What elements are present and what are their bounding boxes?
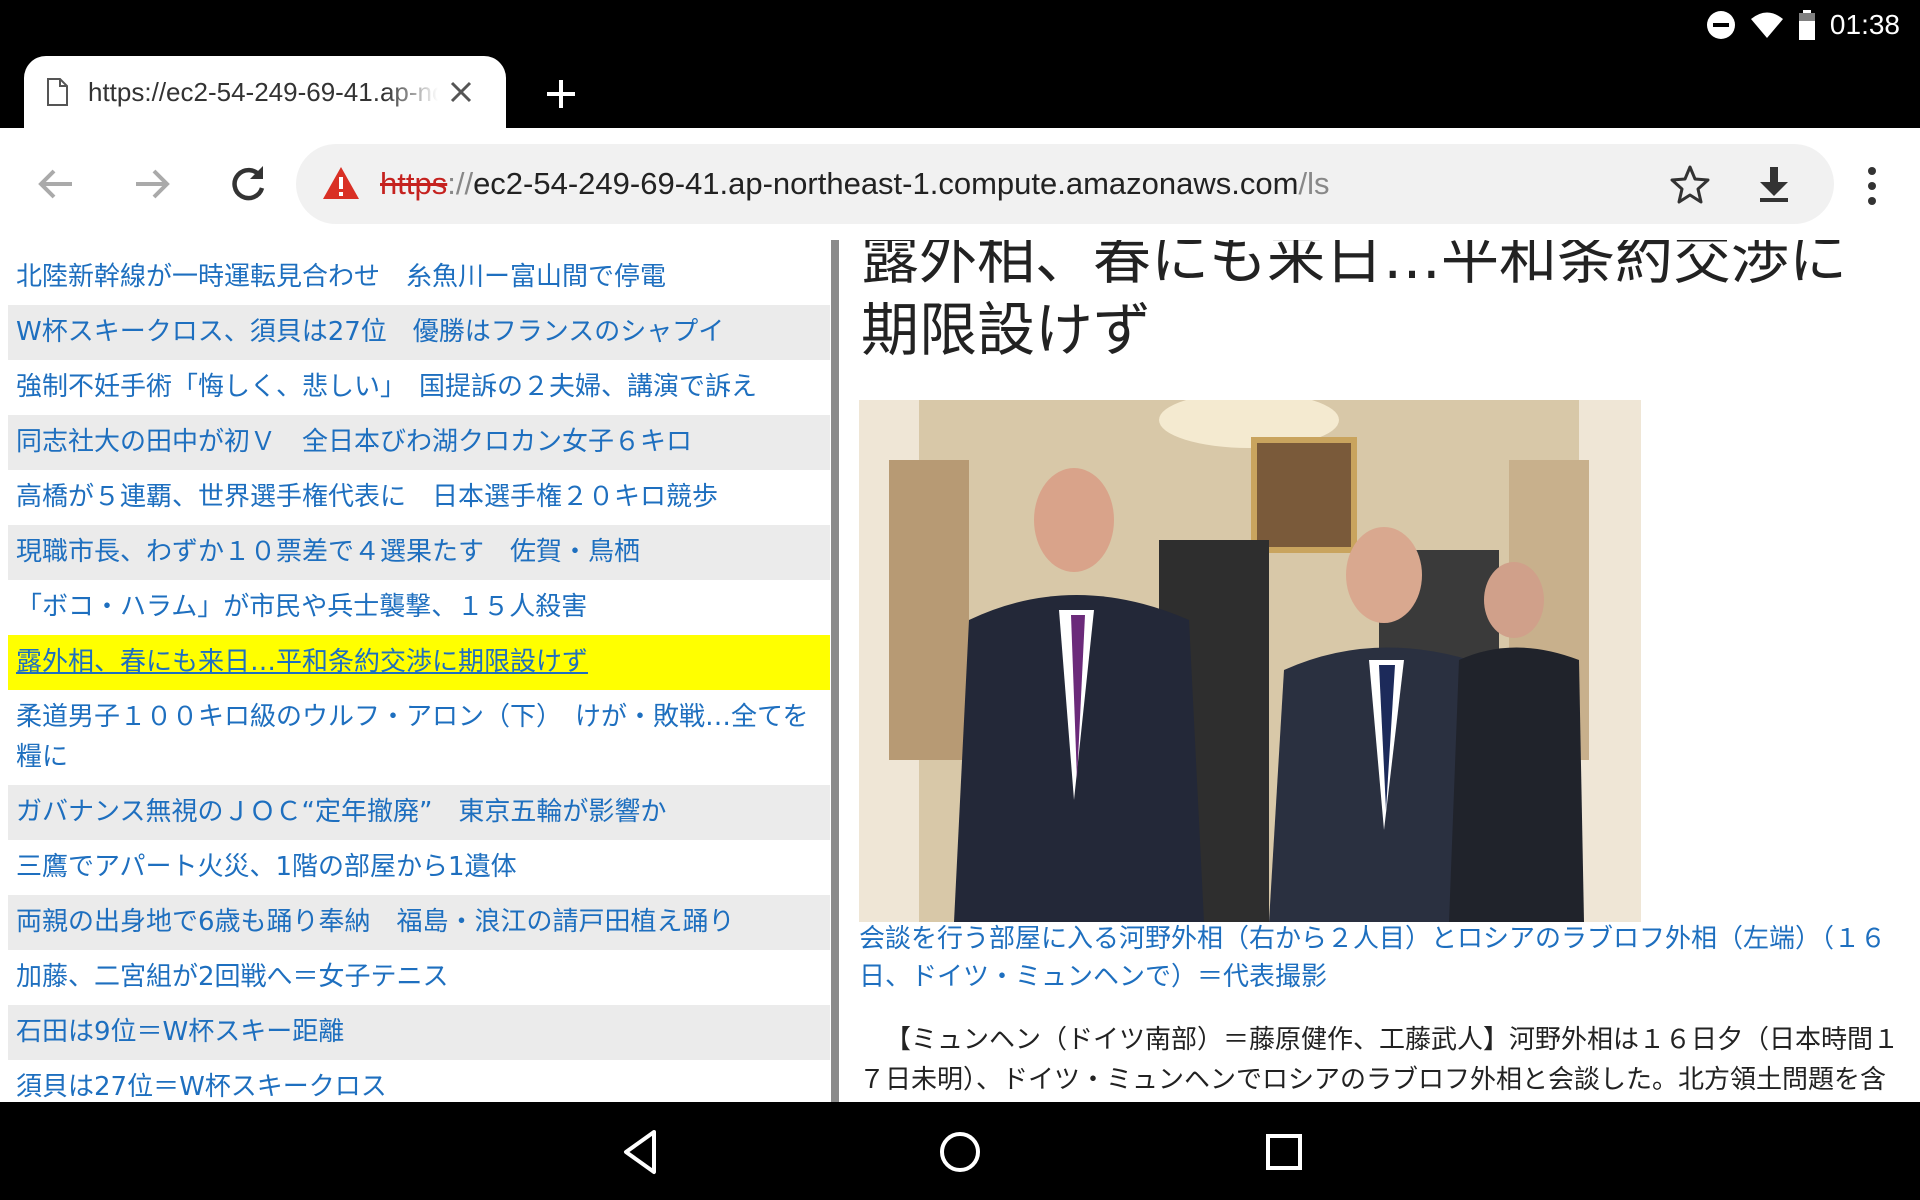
back-triangle-icon[interactable] (614, 1124, 670, 1180)
article-headline: 露外相、春にも来日…平和条約交渉に期限設けず (861, 240, 1848, 364)
article-photo (859, 400, 1641, 922)
url-path: /ls (1298, 166, 1330, 201)
news-list: 北陸新幹線が一時運転見合わせ 糸魚川ー富山間で停電 W杯スキークロス、須貝は27… (8, 250, 830, 1102)
bookmark-star-icon[interactable] (1670, 164, 1710, 204)
system-navigation-bar (0, 1102, 1920, 1200)
url-host: ec2-54-249-69-41.ap-northeast-1.compute.… (473, 166, 1299, 201)
wifi-icon (1750, 12, 1783, 38)
status-bar: 01:38 (0, 0, 1920, 50)
browser-tab[interactable]: https://ec2-54-249-69-41.ap-northeast-1.… (24, 56, 506, 128)
overflow-menu-icon[interactable] (1856, 162, 1888, 210)
status-time: 01:38 (1829, 9, 1900, 40)
news-item[interactable]: 「ボコ・ハラム」が市民や兵士襲撃、１５人殺害 (8, 580, 830, 635)
news-item[interactable]: 北陸新幹線が一時運転見合わせ 糸魚川ー富山間で停電 (8, 250, 830, 305)
news-item[interactable]: 加藤、二宮組が2回戦へ＝女子テニス (8, 950, 830, 1005)
document-icon (47, 78, 68, 106)
reload-icon[interactable] (224, 160, 272, 208)
home-circle-icon[interactable] (932, 1124, 988, 1180)
news-item[interactable]: 両親の出身地で6歳も踊り奉納 福島・浪江の請戸田植え踊り (8, 895, 830, 950)
news-item[interactable]: 三鷹でアパート火災、1階の部屋から1遺体 (8, 840, 830, 895)
article-body: 【ミュンヘン（ドイツ南部）＝藤原健作、工藤武人】河野外相は１６日夕（日本時間１７… (859, 1025, 1900, 1095)
recents-square-icon[interactable] (1256, 1124, 1312, 1180)
address-bar[interactable]: https://ec2-54-249-69-41.ap-northeast-1.… (296, 144, 1834, 224)
warning-icon[interactable] (322, 166, 360, 200)
back-arrow-icon[interactable] (32, 160, 80, 208)
download-icon[interactable] (1754, 164, 1794, 204)
news-item[interactable]: 柔道男子１００キロ級のウルフ・アロン（下） けが・敗戦…全てを糧に (8, 690, 830, 785)
news-item-selected[interactable]: 露外相、春にも来日…平和条約交渉に期限設けず (8, 635, 830, 690)
news-list-pane: 北陸新幹線が一時運転見合わせ 糸魚川ー富山間で停電 W杯スキークロス、須貝は27… (0, 240, 831, 1102)
new-tab-icon[interactable] (541, 74, 581, 114)
news-item[interactable]: 高橋が５連覇、世界選手権代表に 日本選手権２０キロ競歩 (8, 470, 830, 525)
page-content: 北陸新幹線が一時運転見合わせ 糸魚川ー富山間で停電 W杯スキークロス、須貝は27… (0, 240, 1920, 1102)
news-item[interactable]: ガバナンス無視のＪＯＣ“定年撤廃” 東京五輪が影響か (8, 785, 830, 840)
news-item[interactable]: 須貝は27位＝W杯スキークロス (8, 1060, 830, 1102)
tab-title: https://ec2-54-249-69-41.ap-northeast-1.… (88, 76, 438, 107)
news-item[interactable]: 現職市長、わずか１０票差で４選果たす 佐賀・鳥栖 (8, 525, 830, 580)
url-text[interactable]: https://ec2-54-249-69-41.ap-northeast-1.… (380, 164, 1329, 204)
do-not-disturb-icon (1706, 11, 1735, 39)
battery-icon (1798, 10, 1815, 40)
close-tab-icon[interactable] (448, 79, 474, 105)
news-item[interactable]: W杯スキークロス、須貝は27位 優勝はフランスのシャプイ (8, 305, 830, 360)
url-scheme: https (380, 166, 448, 201)
browser-toolbar: https://ec2-54-249-69-41.ap-northeast-1.… (0, 128, 1920, 240)
url-separator: :// (447, 166, 474, 201)
news-item[interactable]: 同志社大の田中が初Ｖ 全日本びわ湖クロカン女子６キロ (8, 415, 830, 470)
photo-caption: 会談を行う部屋に入る河野外相（右から２人目）とロシアのラブロフ外相（左端）（１６… (859, 924, 1887, 992)
tab-strip: https://ec2-54-249-69-41.ap-northeast-1.… (0, 50, 1920, 128)
status-icons: 01:38 (1706, 6, 1900, 44)
news-item[interactable]: 石田は9位＝W杯スキー距離 (8, 1005, 830, 1060)
forward-arrow-icon[interactable] (128, 160, 176, 208)
article-pane: 露外相、春にも来日…平和条約交渉に期限設けず 会談を行う部屋に入る河野外相（右か… (839, 240, 1920, 1102)
pane-divider[interactable] (831, 240, 839, 1102)
news-item[interactable]: 強制不妊手術「悔しく、悲しい」 国提訴の２夫婦、講演で訴え (8, 360, 830, 415)
